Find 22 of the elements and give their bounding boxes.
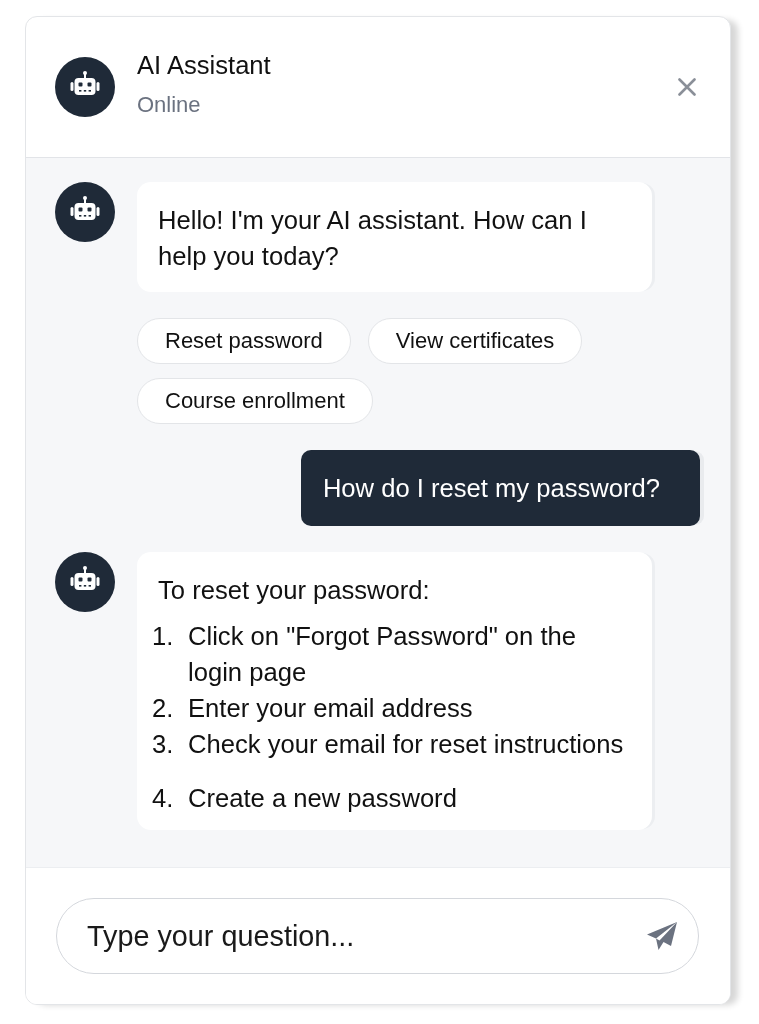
close-icon (678, 78, 696, 96)
question-input[interactable]: Type your question... (56, 898, 699, 974)
list-item-text: Click on "Forgot Password" on the login page (188, 621, 578, 688)
robot-icon (55, 552, 115, 612)
list-item-text: Check your email for reset instructions (188, 729, 625, 760)
suggestion-button[interactable]: Reset password (137, 318, 351, 364)
suggestion-button[interactable]: View certificates (367, 318, 583, 364)
status-text: Online (137, 90, 201, 119)
close-button[interactable] (677, 77, 697, 97)
message-text: To reset your password: (158, 575, 431, 606)
robot-icon (55, 57, 115, 117)
list-number: 4. (152, 783, 175, 814)
list-number: 3. (152, 729, 175, 760)
robot-icon (55, 182, 115, 242)
chat-title: AI Assistant (137, 49, 271, 80)
list-number: 1. (152, 621, 175, 652)
suggestion-button[interactable]: Course enrollment (137, 378, 373, 424)
message-text: Hello! I'm your AI assistant. How can I help you today? (158, 206, 587, 270)
list-number: 2. (152, 693, 175, 724)
send-icon (646, 921, 678, 951)
list-item-text: Create a new password (188, 783, 458, 814)
list-item-text: Enter your email address (188, 693, 474, 724)
